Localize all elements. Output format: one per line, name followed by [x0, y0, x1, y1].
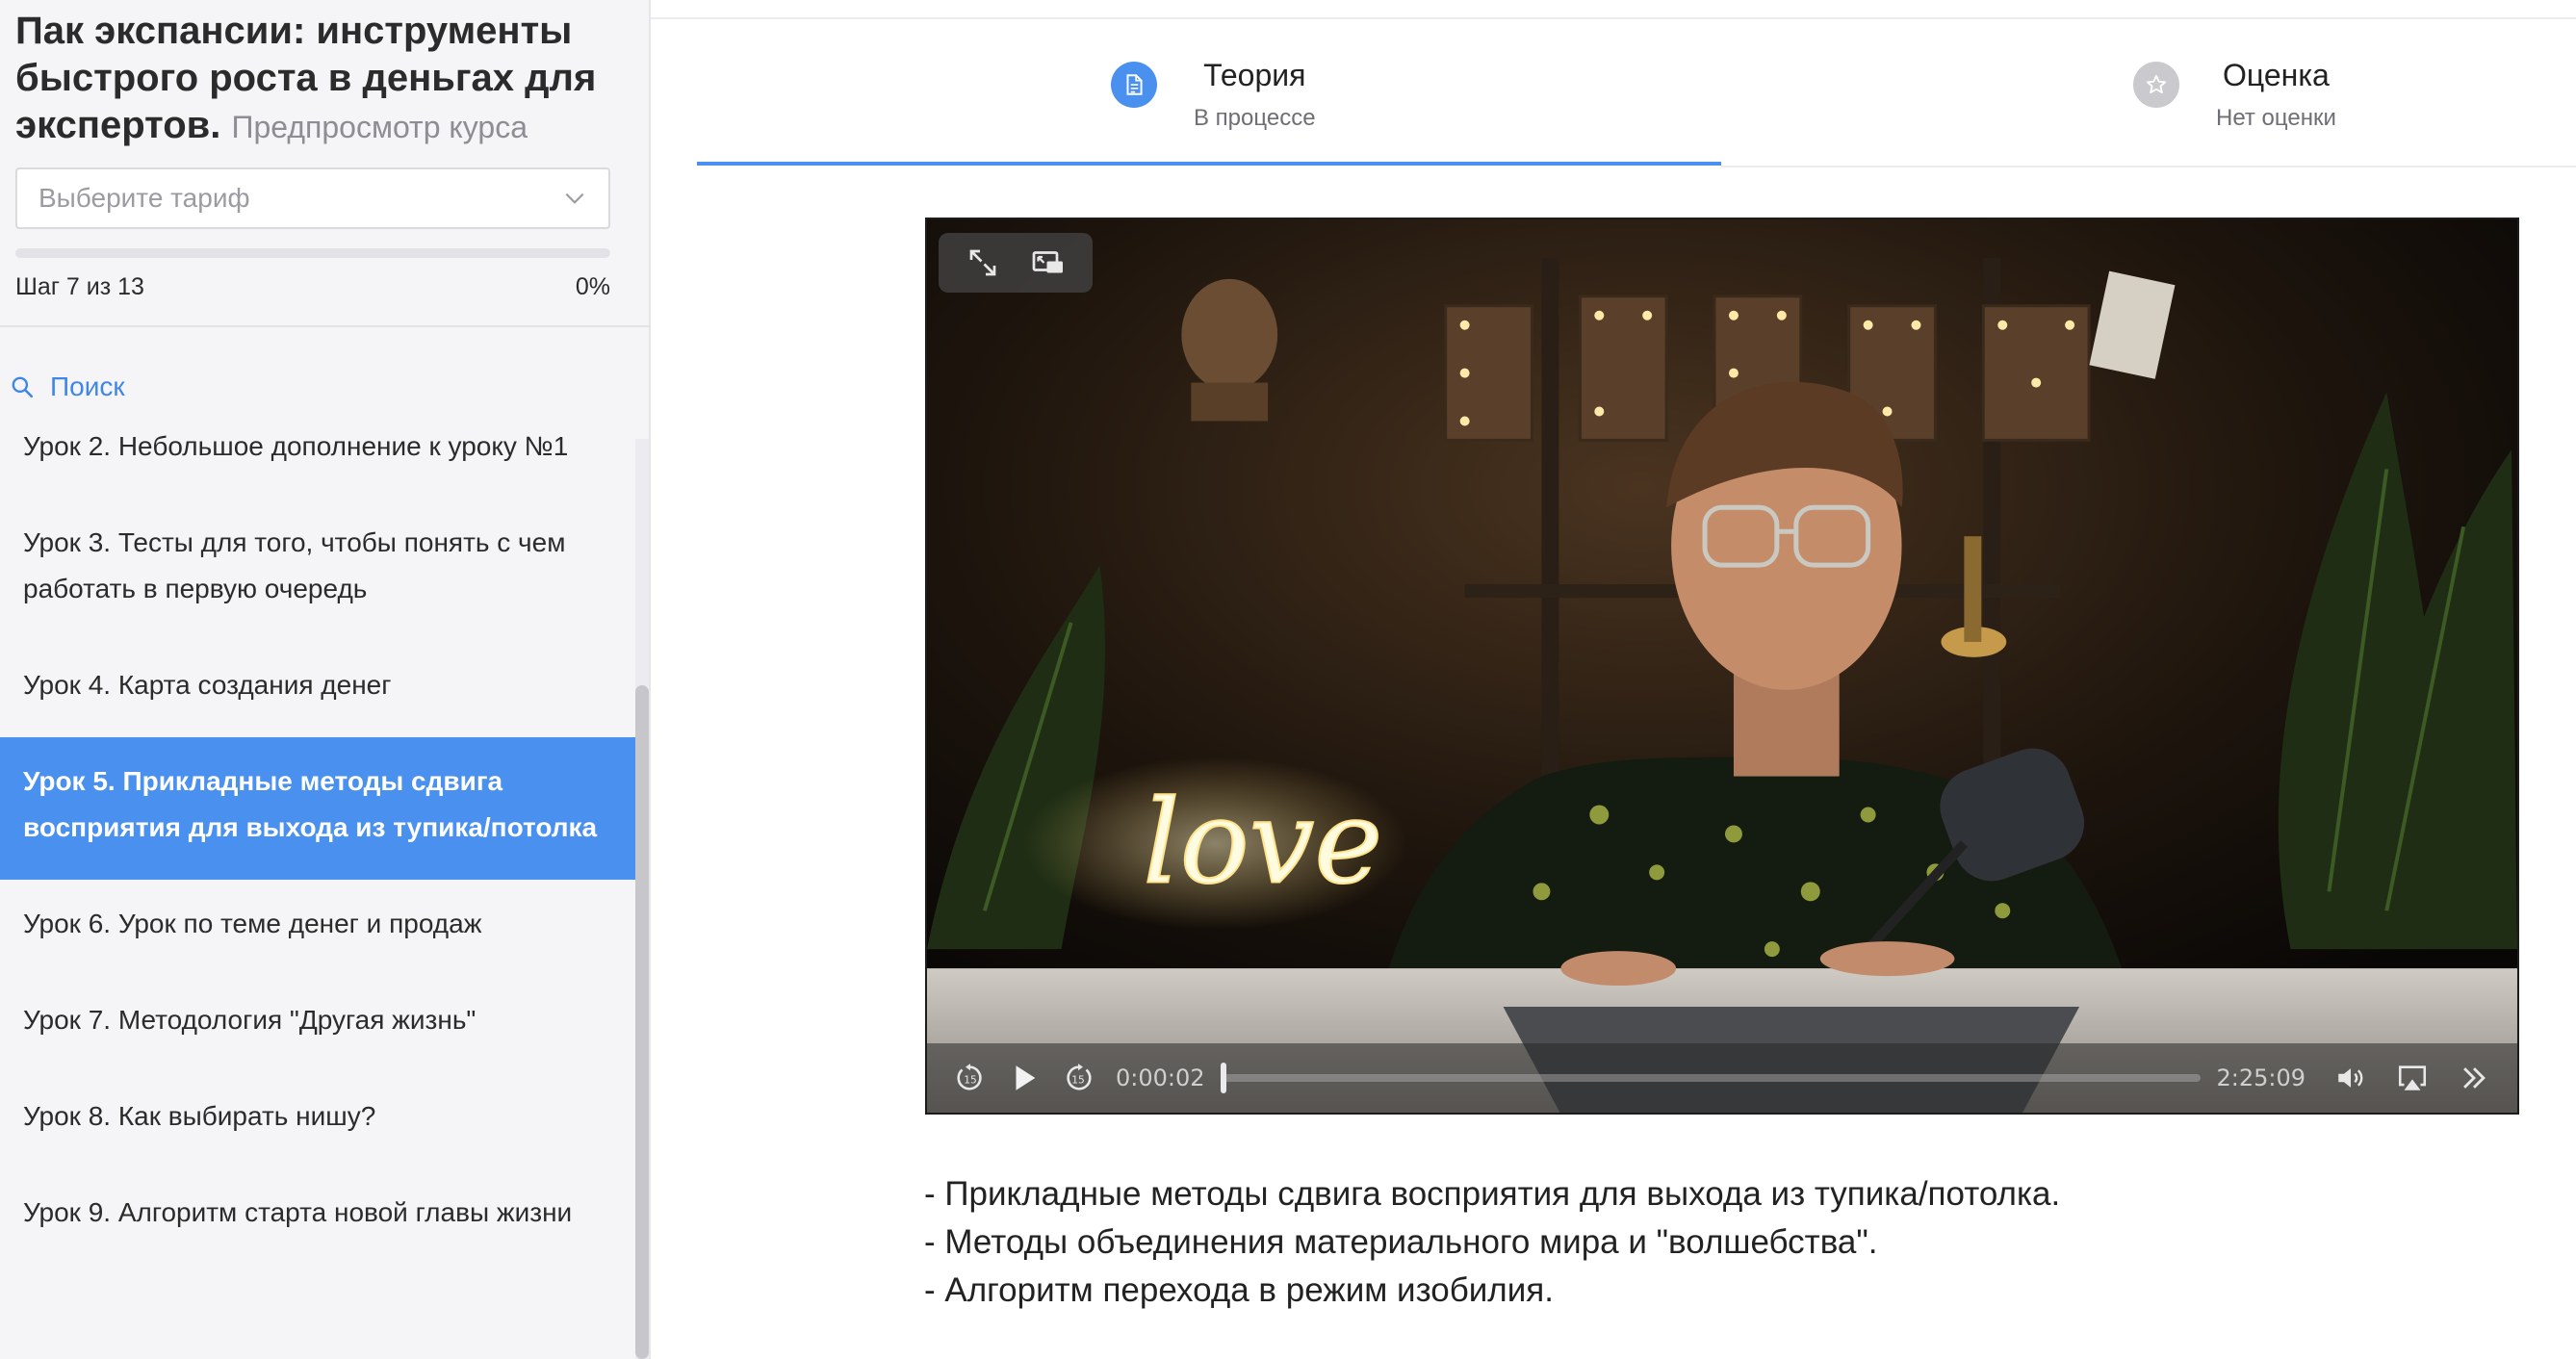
lesson-item[interactable]: Урок 4. Карта создания денег: [0, 641, 635, 737]
video-seek-handle[interactable]: [1220, 1063, 1226, 1093]
course-title: Пак экспансии: инструменты быстрого рост…: [15, 8, 622, 151]
lesson-item[interactable]: Урок 7. Методология "Другая жизнь": [0, 976, 635, 1072]
lesson-list: Урок 2. Небольшое дополнение к уроку №1 У…: [0, 423, 635, 1359]
step-counter-row: Шаг 7 из 13 0%: [15, 273, 610, 301]
progress-percent: 0%: [575, 273, 610, 300]
active-tab-indicator: [697, 162, 1721, 166]
video-player[interactable]: love 15 15 0:00:02 2:25:09: [925, 218, 2519, 1115]
play-icon[interactable]: [1008, 1062, 1041, 1094]
video-elapsed-time: 0:00:02: [1116, 1064, 1205, 1091]
description-line: - Прикладные методы сдвига восприятия дл…: [924, 1175, 2061, 1213]
tariff-select-placeholder: Выберите тариф: [39, 183, 250, 213]
lesson-description: - Прикладные методы сдвига восприятия дл…: [924, 1170, 2561, 1315]
fullscreen-icon[interactable]: [966, 245, 1000, 280]
course-progress-bar: [15, 248, 610, 258]
neon-sign-text: love: [1143, 776, 1382, 910]
video-top-controls: [939, 233, 1093, 293]
more-controls-icon[interactable]: [2458, 1062, 2490, 1094]
tab-rating-label: Оценка: [2223, 58, 2330, 92]
description-line: - Алгоритм перехода в режим изобилия.: [924, 1271, 1554, 1309]
video-frame: love: [927, 219, 2517, 1113]
video-control-bar: 15 15 0:00:02 2:25:09: [927, 1043, 2517, 1113]
tab-theory[interactable]: Теория В процессе: [1111, 58, 1316, 132]
tab-baseline: [1721, 166, 2576, 167]
lesson-item[interactable]: Урок 2. Небольшое дополнение к уроку №1: [0, 423, 635, 499]
lesson-item[interactable]: Урок 5. Прикладные методы сдвига восприя…: [0, 737, 635, 880]
forward-15-icon[interactable]: 15: [1062, 1062, 1095, 1094]
search-link[interactable]: Поиск: [10, 372, 125, 402]
description-line: - Методы объединения материального мира …: [924, 1223, 1878, 1261]
step-counter: Шаг 7 из 13: [15, 273, 144, 300]
volume-icon[interactable]: [2334, 1062, 2367, 1094]
search-label: Поиск: [50, 372, 125, 401]
airplay-icon[interactable]: [2396, 1062, 2429, 1094]
sidebar-divider: [0, 325, 651, 327]
lesson-content: Теория В процессе Оценка Нет оценки love…: [651, 0, 2576, 1359]
tab-rating[interactable]: Оценка Нет оценки: [2133, 58, 2336, 132]
tariff-select[interactable]: Выберите тариф: [15, 167, 610, 229]
lesson-list-scroll: Урок 2. Небольшое дополнение к уроку №1 У…: [0, 423, 635, 1265]
picture-in-picture-icon[interactable]: [1031, 245, 1066, 280]
chevron-down-icon: [565, 192, 584, 204]
top-divider: [651, 17, 2576, 19]
video-seek-bar[interactable]: [1220, 1063, 2202, 1093]
star-icon: [2133, 62, 2179, 108]
lesson-item[interactable]: Урок 8. Как выбирать нишу?: [0, 1072, 635, 1168]
course-sidebar: Пак экспансии: инструменты быстрого рост…: [0, 0, 651, 1359]
search-icon: [12, 376, 34, 398]
svg-text:15: 15: [1071, 1074, 1085, 1087]
document-icon: [1111, 62, 1157, 108]
lesson-item[interactable]: Урок 6. Урок по теме денег и продаж: [0, 880, 635, 976]
tab-theory-status: В процессе: [1194, 105, 1316, 131]
tab-theory-label: Теория: [1203, 58, 1306, 92]
lesson-item[interactable]: Урок 3. Тесты для того, чтобы понять с ч…: [0, 499, 635, 641]
svg-text:15: 15: [964, 1074, 977, 1087]
lesson-list-scrollbar-thumb[interactable]: [635, 685, 649, 1359]
lesson-item[interactable]: Урок 9. Алгоритм старта новой главы жизн…: [0, 1168, 635, 1265]
tab-rating-status: Нет оценки: [2216, 105, 2336, 131]
video-duration: 2:25:09: [2216, 1064, 2306, 1091]
rewind-15-icon[interactable]: 15: [954, 1062, 987, 1094]
course-preview-label: Предпросмотр курса: [231, 110, 528, 144]
